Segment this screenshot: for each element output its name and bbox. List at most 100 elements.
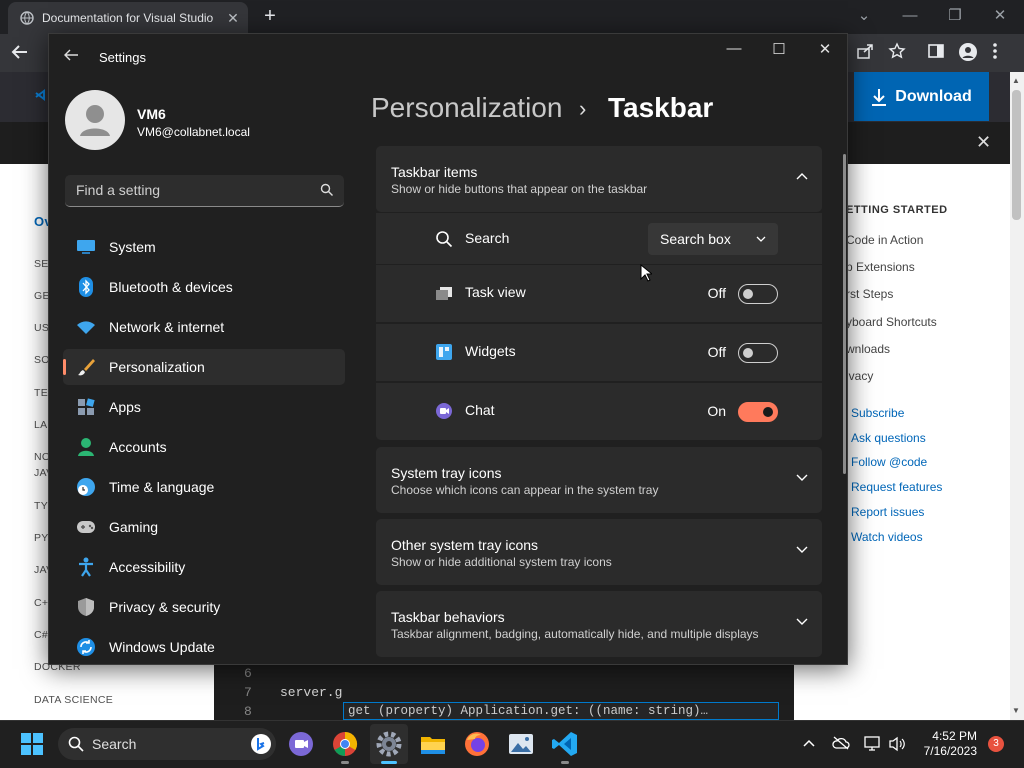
chevron-down-icon <box>796 618 808 626</box>
toggle-knob <box>743 289 753 299</box>
avatar[interactable] <box>65 90 125 150</box>
nav-item-privacy[interactable]: Privacy & security <box>63 589 345 625</box>
volume-icon[interactable] <box>888 736 906 752</box>
user-name: VM6 <box>137 106 166 122</box>
left-nav-item[interactable]: US <box>34 322 49 334</box>
taskbar-behaviors-section[interactable]: Taskbar behaviors Taskbar alignment, bad… <box>376 591 822 657</box>
search-mode-dropdown[interactable]: Search box <box>648 223 778 255</box>
breadcrumb-separator: › <box>579 96 587 121</box>
taskbar-items-header[interactable]: Taskbar items Show or hide buttons that … <box>376 146 822 212</box>
restore-browser-button[interactable]: ❐ <box>941 4 969 28</box>
close-browser-button[interactable]: ✕ <box>986 4 1014 28</box>
getting-started-link[interactable]: ivacy <box>846 369 873 383</box>
back-arrow-icon[interactable] <box>63 48 79 62</box>
other-system-tray-icons-section[interactable]: Other system tray icons Show or hide add… <box>376 519 822 585</box>
nav-item-system[interactable]: System <box>63 229 345 265</box>
minimize-browser-button[interactable]: — <box>896 4 924 28</box>
find-setting-input[interactable]: Find a setting <box>65 175 344 207</box>
nav-item-accounts[interactable]: Accounts <box>63 429 345 465</box>
nav-label: System <box>109 239 156 255</box>
breadcrumb-parent[interactable]: Personalization <box>371 92 562 124</box>
system-clock[interactable]: 4:52 PM 7/16/2023 <box>912 729 977 759</box>
maximize-button[interactable]: ☐ <box>766 40 792 58</box>
left-nav-item[interactable]: DATA SCIENCE <box>34 694 113 706</box>
getting-started-link[interactable]: yboard Shortcuts <box>846 315 937 329</box>
left-nav-item[interactable]: TY <box>34 500 48 512</box>
getting-started-link[interactable]: rst Steps <box>846 287 893 301</box>
nav-item-network[interactable]: Network & internet <box>63 309 345 345</box>
network-icon[interactable] <box>864 736 882 752</box>
download-label: Download <box>895 87 972 105</box>
left-nav-item[interactable]: SE <box>34 258 49 270</box>
browser-tab[interactable]: Documentation for Visual Studio ✕ <box>8 2 248 34</box>
watch-videos-link[interactable]: Watch videos <box>851 530 923 544</box>
chat-toggle[interactable] <box>738 402 778 422</box>
side-panel-icon[interactable] <box>927 42 949 64</box>
new-tab-button[interactable]: + <box>258 6 282 28</box>
nav-item-accessibility[interactable]: Accessibility <box>63 549 345 585</box>
taskbar-search[interactable]: Search <box>58 728 276 760</box>
left-nav-item[interactable]: TE <box>34 387 48 399</box>
banner-close-icon[interactable]: ✕ <box>976 132 991 153</box>
scroll-up-icon[interactable]: ▲ <box>1012 76 1020 85</box>
show-hidden-icons-chevron-icon[interactable] <box>802 736 816 750</box>
download-button[interactable]: Download <box>854 72 989 121</box>
cloud-sync-icon[interactable] <box>832 736 850 750</box>
nav-item-apps[interactable]: Apps <box>63 389 345 425</box>
left-nav-item[interactable]: C# <box>34 629 48 641</box>
nav-label: Personalization <box>109 359 205 375</box>
vscode-icon[interactable] <box>551 730 579 758</box>
minimize-button[interactable]: — <box>721 40 747 57</box>
teams-chat-icon[interactable] <box>287 730 315 758</box>
start-button[interactable] <box>20 732 44 756</box>
firefox-icon[interactable] <box>463 730 491 758</box>
photos-app-icon[interactable] <box>507 730 535 758</box>
browser-back-icon[interactable] <box>10 42 34 64</box>
nav-item-time-language[interactable]: Time & language <box>63 469 345 505</box>
follow-code-link[interactable]: Follow @code <box>851 455 927 469</box>
chat-state: On <box>707 403 726 419</box>
taskbar-search-label: Search <box>92 736 137 752</box>
task-view-toggle[interactable] <box>738 284 778 304</box>
scroll-down-icon[interactable]: ▼ <box>1012 706 1020 715</box>
left-nav-item[interactable]: C+ <box>34 597 48 609</box>
page-scroll-thumb[interactable] <box>1012 90 1021 220</box>
chrome-icon[interactable] <box>331 730 359 758</box>
gear-icon[interactable] <box>375 730 403 758</box>
getting-started-link[interactable]: wnloads <box>846 342 890 356</box>
settings-scrollbar[interactable] <box>843 154 846 474</box>
monitor-icon <box>75 236 97 258</box>
close-tab-icon[interactable]: ✕ <box>224 10 242 27</box>
nav-label: Privacy & security <box>109 599 221 615</box>
widgets-toggle[interactable] <box>738 343 778 363</box>
nav-item-windows-update[interactable]: Windows Update <box>63 629 345 665</box>
getting-started-link[interactable]: Code in Action <box>846 233 923 247</box>
search-label: Search <box>465 230 510 246</box>
profile-icon[interactable] <box>958 42 980 64</box>
shield-icon <box>75 596 97 618</box>
subscribe-link[interactable]: Subscribe <box>851 406 904 420</box>
bing-icon <box>250 733 272 755</box>
notification-badge[interactable]: 3 <box>988 736 1004 752</box>
close-button[interactable]: ✕ <box>812 40 838 58</box>
intellisense-hint: get (property) Application.get: ((name: … <box>343 702 779 720</box>
report-issues-link[interactable]: Report issues <box>851 505 924 519</box>
system-tray-icons-section[interactable]: System tray icons Choose which icons can… <box>376 447 822 513</box>
nav-item-gaming[interactable]: Gaming <box>63 509 345 545</box>
left-nav-item[interactable]: LA <box>34 419 47 431</box>
share-icon[interactable] <box>856 42 878 64</box>
apps-icon <box>75 396 97 418</box>
search-icon[interactable] <box>320 183 334 197</box>
file-explorer-icon[interactable] <box>419 730 447 758</box>
bookmark-star-icon[interactable] <box>888 42 910 64</box>
getting-started-heading: ETTING STARTED <box>846 204 948 216</box>
left-nav-item[interactable]: PY <box>34 532 49 544</box>
ask-questions-link[interactable]: Ask questions <box>851 431 926 445</box>
nav-item-personalization[interactable]: Personalization <box>63 349 345 385</box>
request-features-link[interactable]: Request features <box>851 480 942 494</box>
tab-search-icon[interactable]: ⌄ <box>850 4 878 28</box>
nav-item-bluetooth[interactable]: Bluetooth & devices <box>63 269 345 305</box>
browser-menu-icon[interactable] <box>992 42 1014 64</box>
getting-started-link[interactable]: p Extensions <box>846 260 915 274</box>
vscode-logo-icon <box>34 88 48 102</box>
